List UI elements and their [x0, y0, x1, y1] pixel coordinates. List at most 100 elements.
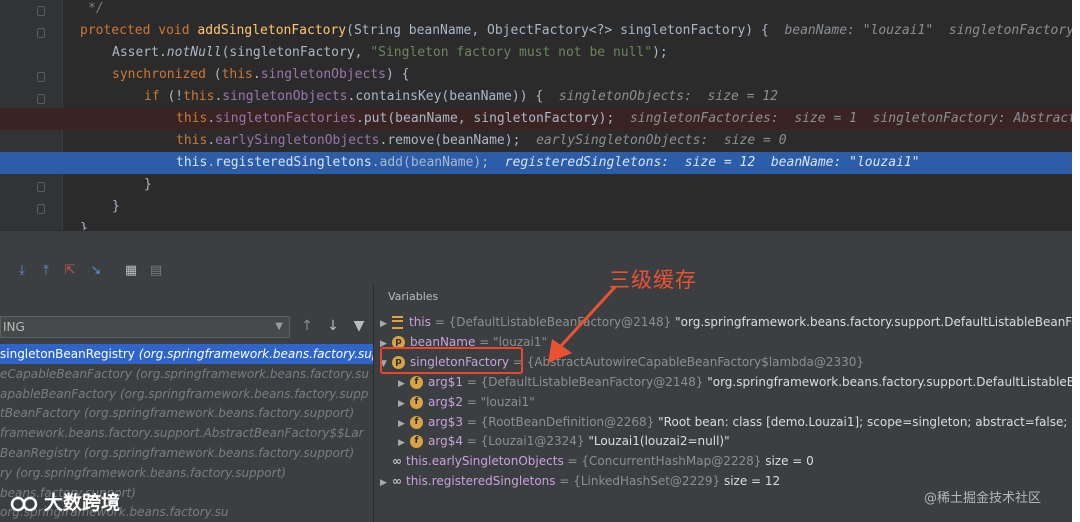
code-token: addSingletonFactory [197, 23, 347, 38]
code-token: } [112, 199, 120, 214]
code-line[interactable]: if (!this.singletonObjects.containsKey(b… [0, 86, 1072, 108]
watch-icon: ∞ [392, 454, 402, 469]
watch-icon: ∞ [392, 474, 402, 489]
code-editor[interactable]: */ protected void addSingletonFactory(Str… [0, 0, 1072, 230]
variable-value: "org.springframework.beans.factory.suppo… [707, 374, 1072, 389]
code-line[interactable]: */ [0, 0, 1072, 20]
thread-selector-value: ING [3, 320, 25, 334]
field-icon: f [410, 435, 423, 449]
code-token: . [207, 111, 216, 126]
stack-frame-item[interactable]: tBeanFactory (org.springframework.beans.… [0, 403, 373, 423]
code-line[interactable]: this.earlySingletonObjects.remove(beanNa… [0, 130, 1072, 152]
variable-name: this.earlySingletonObjects [406, 454, 564, 469]
variable-name: arg$4 [428, 434, 463, 449]
code-text: protected void addSingletonFactory(Strin… [80, 20, 1072, 42]
code-token: .remove(beanName); [379, 133, 537, 148]
watermark-left: 大数跨境 [10, 488, 120, 515]
code-token: singletonObjects [222, 89, 348, 104]
code-line[interactable]: synchronized (this.singletonObjects) { [0, 64, 1072, 86]
code-text: this.singletonFactories.put(beanName, si… [176, 108, 1072, 130]
code-token: this [221, 67, 253, 82]
frame-package: ry (org.springframework.beans.factory.su… [0, 465, 286, 480]
code-token: earlySingletonObjects [215, 133, 380, 148]
code-line[interactable]: } [0, 196, 1072, 218]
code-token: . [207, 155, 216, 170]
code-text: this.earlySingletonObjects.remove(beanNa… [176, 130, 787, 152]
code-token: this [176, 111, 208, 126]
variable-row[interactable]: ▶ f arg$2 = "louzai1" [398, 392, 535, 412]
field-icon: f [410, 395, 423, 409]
frame-method: singletonBeanRegistry [0, 347, 139, 361]
next-frame-icon[interactable]: ↓ [324, 317, 342, 335]
field-icon: f [410, 415, 423, 429]
evaluate-icon[interactable]: ▦ [123, 263, 139, 279]
stack-frame-item[interactable]: singletonBeanRegistry (org.springframewo… [0, 344, 373, 364]
code-line-current[interactable]: this.registeredSingletons.add(beanName);… [0, 152, 1072, 174]
stack-frame-item[interactable]: framework.beans.factory.support.Abstract… [0, 423, 373, 443]
previous-frame-icon[interactable]: ↑ [298, 317, 316, 335]
inline-debug-hint: singletonObjects: size = 12 [558, 89, 778, 104]
field-icon: f [410, 375, 423, 389]
annotation-arrow [548, 285, 617, 363]
code-token: singletonObjects [260, 67, 386, 82]
code-token: } [80, 221, 88, 230]
field-list-icon [392, 316, 403, 329]
step-out-icon[interactable]: ⇱ [62, 263, 78, 279]
thread-selector[interactable]: ING ▼ [0, 316, 290, 338]
variable-row[interactable]: ▶ ∞ this.registeredSingletons = {LinkedHas… [380, 471, 780, 491]
code-text: } [144, 174, 152, 196]
run-to-cursor-icon[interactable]: ↘ [88, 263, 104, 279]
code-token: if [144, 89, 168, 104]
trace-icon[interactable]: ▤ [148, 263, 164, 279]
filter-icon[interactable]: ▼ [350, 317, 368, 335]
variable-row[interactable]: ∞ this.earlySingletonObjects = {Concurren… [380, 451, 814, 471]
code-token: .put(beanName, singletonFactory); [356, 111, 630, 126]
annotation-label: 三级缓存 [609, 268, 697, 292]
stack-frame-item[interactable]: ry (org.springframework.beans.factory.su… [0, 463, 373, 483]
frame-package: apableBeanFactory (org.springframework.b… [0, 386, 369, 401]
code-token: .containsKey(beanName)) { [347, 89, 559, 104]
code-token: singletonFactories [215, 111, 357, 126]
code-text: */ [88, 0, 104, 20]
code-token: this [176, 155, 208, 170]
code-token: } [144, 177, 152, 192]
variable-name: arg$1 [428, 374, 463, 389]
variable-type: = {DefaultListableBeanFactory@2148} [462, 374, 708, 389]
step-into-icon[interactable]: ⤓ [14, 263, 30, 279]
variable-type: = {Louzai1@2324} [462, 434, 589, 449]
variable-type: = {RootBeanDefinition@2268} [462, 414, 659, 429]
variable-name: this.registeredSingletons [406, 474, 556, 489]
code-line[interactable]: } [0, 174, 1072, 196]
code-token: ) { [385, 67, 410, 82]
frames-panel: ING ▼ ↑ ↓ ▼ singletonBeanRegistry (org.s… [0, 284, 374, 522]
frame-package: (org.springframework.beans.factory.sup [138, 347, 374, 361]
code-line[interactable]: Assert.notNull(singletonFactory, "Single… [0, 42, 1072, 64]
expand-arrow-icon[interactable]: ▶ [380, 473, 392, 493]
variable-row[interactable]: ▶ this = {DefaultListableBeanFactory@2148… [380, 312, 1072, 332]
code-token: this [176, 133, 208, 148]
code-line[interactable]: this.singletonFactories.put(beanName, si… [0, 108, 1072, 130]
variable-type: = {ConcurrentHashMap@2228} [563, 454, 766, 469]
code-text: } [80, 218, 88, 230]
force-step-into-icon[interactable]: ⤒ [38, 263, 54, 279]
brand-logo-icon [10, 496, 38, 511]
panel-splitter[interactable] [0, 230, 1072, 259]
variable-row[interactable]: ▶ f arg$4 = {Louzai1@2324} "Louzai1(louzai… [398, 431, 730, 451]
variable-row[interactable]: ▶ f arg$1 = {DefaultListableBeanFactory@21… [398, 372, 1072, 392]
code-token: this [183, 89, 215, 104]
code-text: } [112, 196, 120, 218]
code-line[interactable]: } [0, 218, 1072, 230]
code-token: ( [213, 67, 222, 82]
stack-frame-item[interactable]: eCapableBeanFactory (org.springframework… [0, 364, 373, 384]
variable-name: arg$2 [428, 394, 463, 409]
variable-row[interactable]: ▶ f arg$3 = {RootBeanDefinition@2268} "Roo… [398, 412, 1072, 432]
stack-frame-item[interactable]: apableBeanFactory (org.springframework.b… [0, 384, 373, 404]
variables-title: Variables [388, 290, 439, 303]
code-token: protected [80, 23, 159, 38]
variable-value: size = 0 [765, 454, 814, 469]
stack-frame-item[interactable]: BeanRegistry (org.springframework.beans.… [0, 443, 373, 463]
code-text: this.registeredSingletons.add(beanName);… [176, 152, 920, 174]
highlight-box [380, 347, 523, 374]
code-line[interactable]: protected void addSingletonFactory(Strin… [0, 20, 1072, 42]
variable-name: arg$3 [428, 414, 463, 429]
